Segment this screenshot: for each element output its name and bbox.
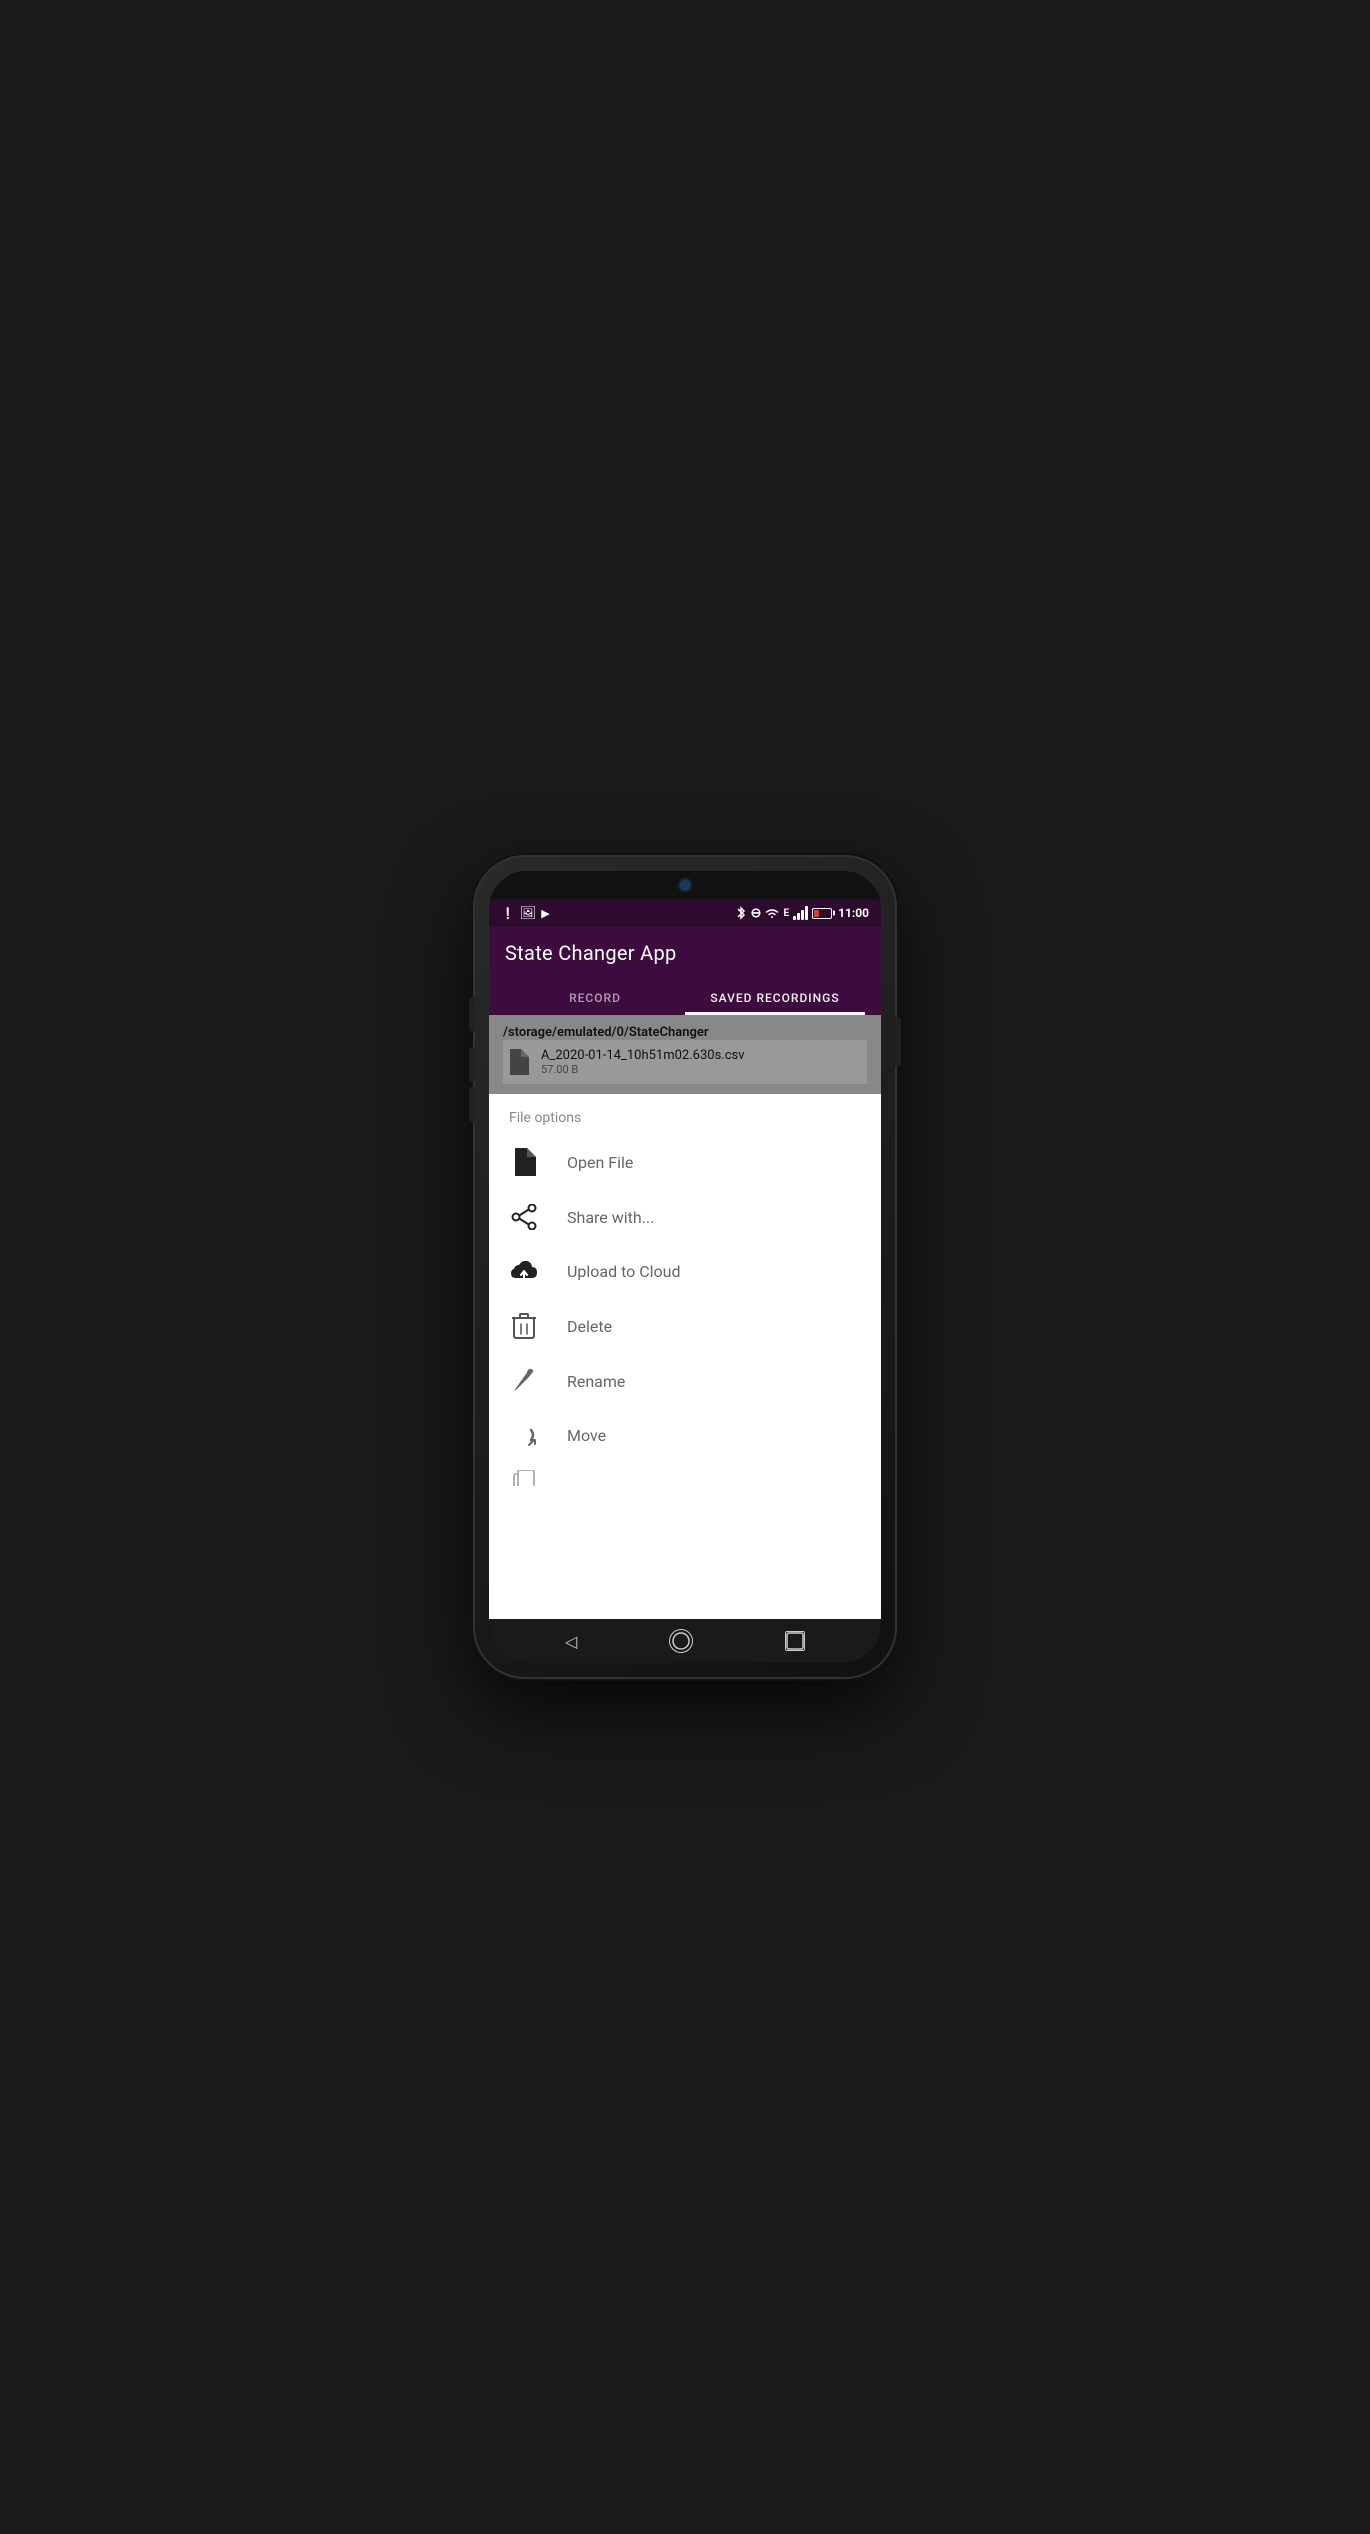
tab-record[interactable]: RECORD [505,981,685,1015]
wifi-icon [765,907,779,919]
back-button[interactable]: ◁ [565,1632,577,1651]
app-header: State Changer App RECORD SAVED RECORDING… [489,927,881,1015]
status-bar: ❕ 🖼 ▶ ⊖ E [489,899,881,927]
nav-bar: ◁ [489,1619,881,1663]
menu-item-rename[interactable]: Rename [489,1354,881,1408]
cloud-upload-icon [509,1258,539,1284]
move-icon [509,1422,539,1448]
rename-icon [509,1368,539,1394]
file-item-icon [507,1049,529,1075]
phone-screen: ❕ 🖼 ▶ ⊖ E [489,871,881,1663]
status-time: 11:00 [838,906,869,920]
dnd-icon: ⊖ [751,907,762,920]
signal-bars [793,906,808,920]
open-file-label: Open File [567,1153,633,1172]
delete-label: Delete [567,1317,612,1336]
menu-item-delete[interactable]: Delete [489,1298,881,1354]
open-file-icon [509,1148,539,1176]
camera-dot [680,880,690,890]
share-icon [509,1204,539,1230]
share-label: Share with... [567,1208,654,1227]
menu-item-upload[interactable]: Upload to Cloud [489,1244,881,1298]
tab-saved-recordings[interactable]: SAVED RECORDINGS [685,981,865,1015]
notif-icon-3: ▶ [541,907,549,920]
delete-icon [509,1312,539,1340]
menu-item-copy[interactable] [489,1462,881,1486]
battery-icon [812,908,832,919]
rename-label: Rename [567,1372,625,1391]
home-button[interactable] [669,1629,693,1653]
menu-item-open-file[interactable]: Open File [489,1134,881,1190]
camera-bar [489,871,881,899]
copy-icon [509,1470,539,1486]
file-item[interactable]: A_2020-01-14_10h51m02.630s.csv 57.00 B [503,1040,867,1084]
move-label: Move [567,1426,606,1445]
app-title: State Changer App [505,941,865,977]
menu-item-move[interactable]: Move [489,1408,881,1462]
sheet-title: File options [489,1094,881,1134]
network-type: E [783,908,789,919]
status-notifications: ❕ 🖼 ▶ [501,906,550,921]
upload-label: Upload to Cloud [567,1262,681,1281]
file-path: /storage/emulated/0/StateChanger [503,1025,867,1040]
file-area: /storage/emulated/0/StateChanger A_2020-… [489,1015,881,1094]
bluetooth-icon [735,906,747,920]
recent-button[interactable] [785,1631,805,1651]
menu-item-share[interactable]: Share with... [489,1190,881,1244]
phone-device: ❕ 🖼 ▶ ⊖ E [475,857,895,1677]
status-right-icons: ⊖ E [735,906,869,920]
bottom-sheet: File options Open File [489,1094,881,1619]
file-item-info: A_2020-01-14_10h51m02.630s.csv 57.00 B [541,1048,745,1076]
file-item-size: 57.00 B [541,1063,745,1076]
notif-icon-1: ❕ [501,907,515,920]
file-item-name: A_2020-01-14_10h51m02.630s.csv [541,1048,745,1063]
tab-bar: RECORD SAVED RECORDINGS [505,981,865,1015]
notif-icon-2: 🖼 [520,906,537,921]
